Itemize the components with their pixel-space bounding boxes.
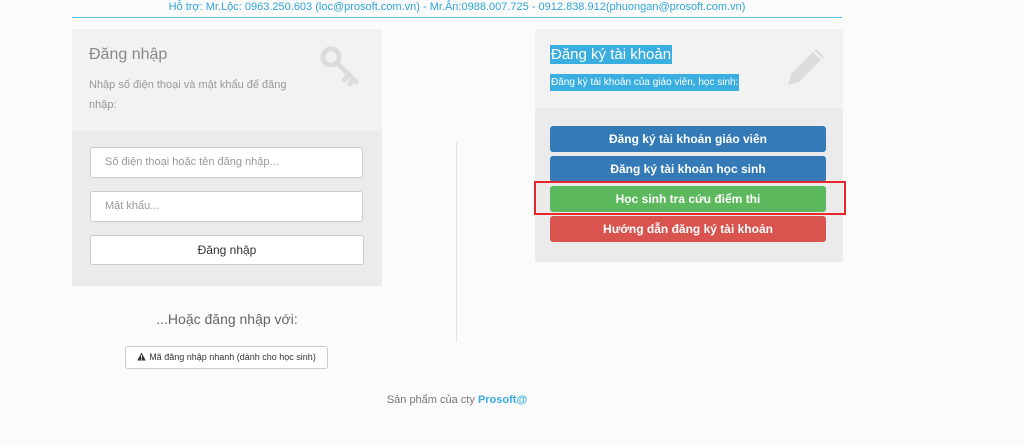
register-student-button[interactable]: Đăng ký tài khoản học sinh [550,156,826,182]
login-header: Đăng nhập Nhập số điện thoại và mật khẩu… [72,29,382,131]
phone-input-placeholder: Số điện thoại hoặc tên đăng nhập... [105,156,279,168]
login-title: Đăng nhập [89,46,168,63]
support-text: Hỗ trợ: Mr.Lộc: 0963.250.603 (loc@prosof… [168,1,746,13]
support-banner: Hỗ trợ: Mr.Lộc: 0963.250.603 (loc@prosof… [72,0,842,18]
quick-login-label: Mã đăng nhập nhanh (dành cho học sinh) [149,352,316,362]
footer: Sản phẩm của cty Prosoft@ [72,394,842,406]
column-divider [456,142,457,342]
page: Hỗ trợ: Mr.Lộc: 0963.250.603 (loc@prosof… [0,0,1024,446]
warning-icon [137,352,146,361]
login-button[interactable]: Đăng nhập [90,235,364,265]
register-description: Đăng ký tài khoản của giáo viên, học sin… [550,74,740,91]
alternative-login-label: ...Hoặc đăng nhập với: [156,311,298,327]
registration-guide-button[interactable]: Hướng dẫn đăng ký tài khoản [550,216,826,242]
annotation-highlight [534,181,846,215]
password-input-placeholder: Mật khẩu... [105,200,160,212]
register-panel: Đăng ký tài khoản Đăng ký tài khoản của … [535,29,843,262]
phone-input[interactable]: Số điện thoại hoặc tên đăng nhập... [90,147,363,178]
quick-login-button[interactable]: Mã đăng nhập nhanh (dành cho học sinh) [125,346,328,369]
register-header: Đăng ký tài khoản Đăng ký tài khoản của … [535,29,843,108]
login-description: Nhập số điện thoại và mật khẩu để đăng n… [89,79,287,111]
register-title: Đăng ký tài khoản [550,45,673,64]
footer-prefix: Sản phẩm của cty [386,394,475,406]
register-teacher-button[interactable]: Đăng ký tài khoản giáo viên [550,126,826,152]
password-input[interactable]: Mật khẩu... [90,191,363,222]
pencil-icon [788,49,824,85]
key-icon [320,46,359,87]
footer-brand-link[interactable]: Prosoft@ [478,394,527,406]
login-panel: Đăng nhập Nhập số điện thoại và mật khẩu… [72,29,382,286]
